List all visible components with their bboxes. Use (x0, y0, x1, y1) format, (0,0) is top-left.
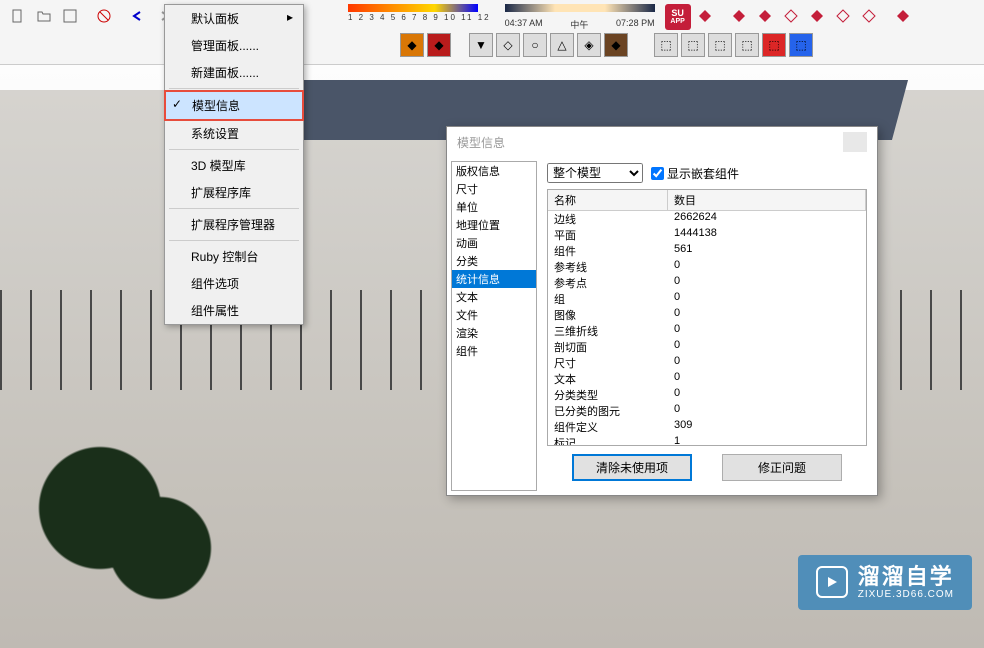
open-icon[interactable] (33, 5, 55, 27)
show-nested-checkbox[interactable] (651, 167, 664, 180)
stats-row[interactable]: 三维折线0 (548, 323, 866, 339)
sandbox-tool-2[interactable]: ◇ (496, 33, 520, 57)
terrain-tool-1[interactable]: ◆ (400, 33, 424, 57)
sidebar-item[interactable]: 版权信息 (452, 162, 536, 180)
sidebar-item[interactable]: 地理位置 (452, 216, 536, 234)
sidebar-item[interactable]: 文件 (452, 306, 536, 324)
terrain-tool-2[interactable]: ◆ (427, 33, 451, 57)
menu-3d-warehouse[interactable]: 3D 模型库 (165, 152, 303, 179)
stats-row[interactable]: 文本0 (548, 371, 866, 387)
menu-component-options[interactable]: 组件选项 (165, 270, 303, 297)
sandbox-tool-5[interactable]: ◈ (577, 33, 601, 57)
sidebar-item[interactable]: 分类 (452, 252, 536, 270)
red-tool-3[interactable] (754, 5, 776, 27)
color-scale: 1 2 3 4 5 6 7 8 9 10 11 12 (348, 4, 491, 22)
undo-icon[interactable] (127, 5, 149, 27)
show-nested-label[interactable]: 显示嵌套组件 (651, 165, 739, 182)
trees-model (20, 428, 220, 628)
stats-row[interactable]: 图像0 (548, 307, 866, 323)
sidebar-item[interactable]: 动画 (452, 234, 536, 252)
stats-row[interactable]: 平面1444138 (548, 227, 866, 243)
stats-row[interactable]: 组0 (548, 291, 866, 307)
model-scope-select[interactable]: 整个模型 (547, 163, 643, 183)
new-icon[interactable] (7, 5, 29, 27)
sandbox-tool-1[interactable]: ▼ (469, 33, 493, 57)
menu-preferences[interactable]: 系统设置 (165, 120, 303, 147)
stats-row[interactable]: 剖切面0 (548, 339, 866, 355)
menu-extension-warehouse[interactable]: 扩展程序库 (165, 179, 303, 206)
watermark: 溜溜自学 ZIXUE.3D66.COM (798, 555, 972, 610)
sidebar-item[interactable]: 统计信息 (452, 270, 536, 288)
stats-row[interactable]: 组件561 (548, 243, 866, 259)
dialog-titlebar[interactable]: 模型信息 (447, 127, 877, 157)
sandbox-tool-4[interactable]: △ (550, 33, 574, 57)
sidebar-item[interactable]: 渲染 (452, 324, 536, 342)
solid-tool-1[interactable]: ⬚ (654, 33, 678, 57)
red-tool-1[interactable] (694, 5, 716, 27)
dialog-title-text: 模型信息 (457, 134, 505, 151)
menu-new-panel[interactable]: 新建面板...... (165, 59, 303, 86)
sidebar-item[interactable]: 尺寸 (452, 180, 536, 198)
play-icon (816, 566, 848, 598)
model-info-dialog: 模型信息 版权信息尺寸单位地理位置动画分类统计信息文本文件渲染组件 整个模型 显… (446, 126, 878, 496)
stats-row[interactable]: 已分类的图元0 (548, 403, 866, 419)
cancel-icon[interactable] (93, 5, 115, 27)
solid-tool-3[interactable]: ⬚ (708, 33, 732, 57)
purge-button[interactable]: 清除未使用项 (572, 454, 692, 481)
red-tool-4[interactable] (780, 5, 802, 27)
sidebar-item[interactable]: 组件 (452, 342, 536, 360)
menu-default-panel[interactable]: 默认面板 ▸ (165, 5, 303, 32)
menu-extension-manager[interactable]: 扩展程序管理器 (165, 211, 303, 238)
col-header-name[interactable]: 名称 (548, 190, 668, 210)
toolbar-row-2: ◆ ◆ ▼ ◇ ○ △ ◈ ◆ ⬚ ⬚ ⬚ ⬚ ⬚ ⬚ (400, 30, 974, 60)
stats-row[interactable]: 参考点0 (548, 275, 866, 291)
close-icon[interactable] (843, 132, 867, 152)
menu-model-info[interactable]: ✓ 模型信息 (164, 90, 304, 121)
menu-component-attrs[interactable]: 组件属性 (165, 297, 303, 324)
save-icon[interactable] (59, 5, 81, 27)
watermark-sub: ZIXUE.3D66.COM (858, 589, 954, 600)
sandbox-tool-6[interactable]: ◆ (604, 33, 628, 57)
solid-tool-6[interactable]: ⬚ (789, 33, 813, 57)
menu-manage-panel[interactable]: 管理面板...... (165, 32, 303, 59)
red-tool-6[interactable] (832, 5, 854, 27)
solid-tool-5[interactable]: ⬚ (762, 33, 786, 57)
solid-tool-4[interactable]: ⬚ (735, 33, 759, 57)
chevron-right-icon: ▸ (287, 10, 293, 24)
sidebar-item[interactable]: 单位 (452, 198, 536, 216)
su-app-badge[interactable]: SUAPP (665, 4, 691, 30)
stats-row[interactable]: 边线2662624 (548, 211, 866, 227)
red-tool-7[interactable] (858, 5, 880, 27)
red-tool-2[interactable] (728, 5, 750, 27)
solid-tool-2[interactable]: ⬚ (681, 33, 705, 57)
menu-ruby-console[interactable]: Ruby 控制台 (165, 243, 303, 270)
sandbox-tool-3[interactable]: ○ (523, 33, 547, 57)
stats-row[interactable]: 参考线0 (548, 259, 866, 275)
check-icon: ✓ (172, 97, 182, 111)
scale-numbers: 1 2 3 4 5 6 7 8 9 10 11 12 (348, 13, 491, 22)
window-menu: 默认面板 ▸ 管理面板...... 新建面板...... ✓ 模型信息 系统设置… (164, 4, 304, 325)
fix-button[interactable]: 修正问题 (722, 454, 842, 481)
col-header-num[interactable]: 数目 (668, 190, 866, 210)
dialog-sidebar: 版权信息尺寸单位地理位置动画分类统计信息文本文件渲染组件 (451, 161, 537, 491)
stats-row[interactable]: 组件定义309 (548, 419, 866, 435)
stats-row[interactable]: 分类类型0 (548, 387, 866, 403)
time-scale: 04:37 AM 中午 07:28 PM (505, 4, 655, 31)
red-tool-5[interactable] (806, 5, 828, 27)
sidebar-item[interactable]: 文本 (452, 288, 536, 306)
red-tool-8[interactable] (892, 5, 914, 27)
watermark-main: 溜溜自学 (858, 565, 954, 589)
stats-row[interactable]: 尺寸0 (548, 355, 866, 371)
stats-row[interactable]: 标记1 (548, 435, 866, 446)
stats-table: 名称 数目 边线2662624平面1444138组件561参考线0参考点0组0图… (547, 189, 867, 446)
